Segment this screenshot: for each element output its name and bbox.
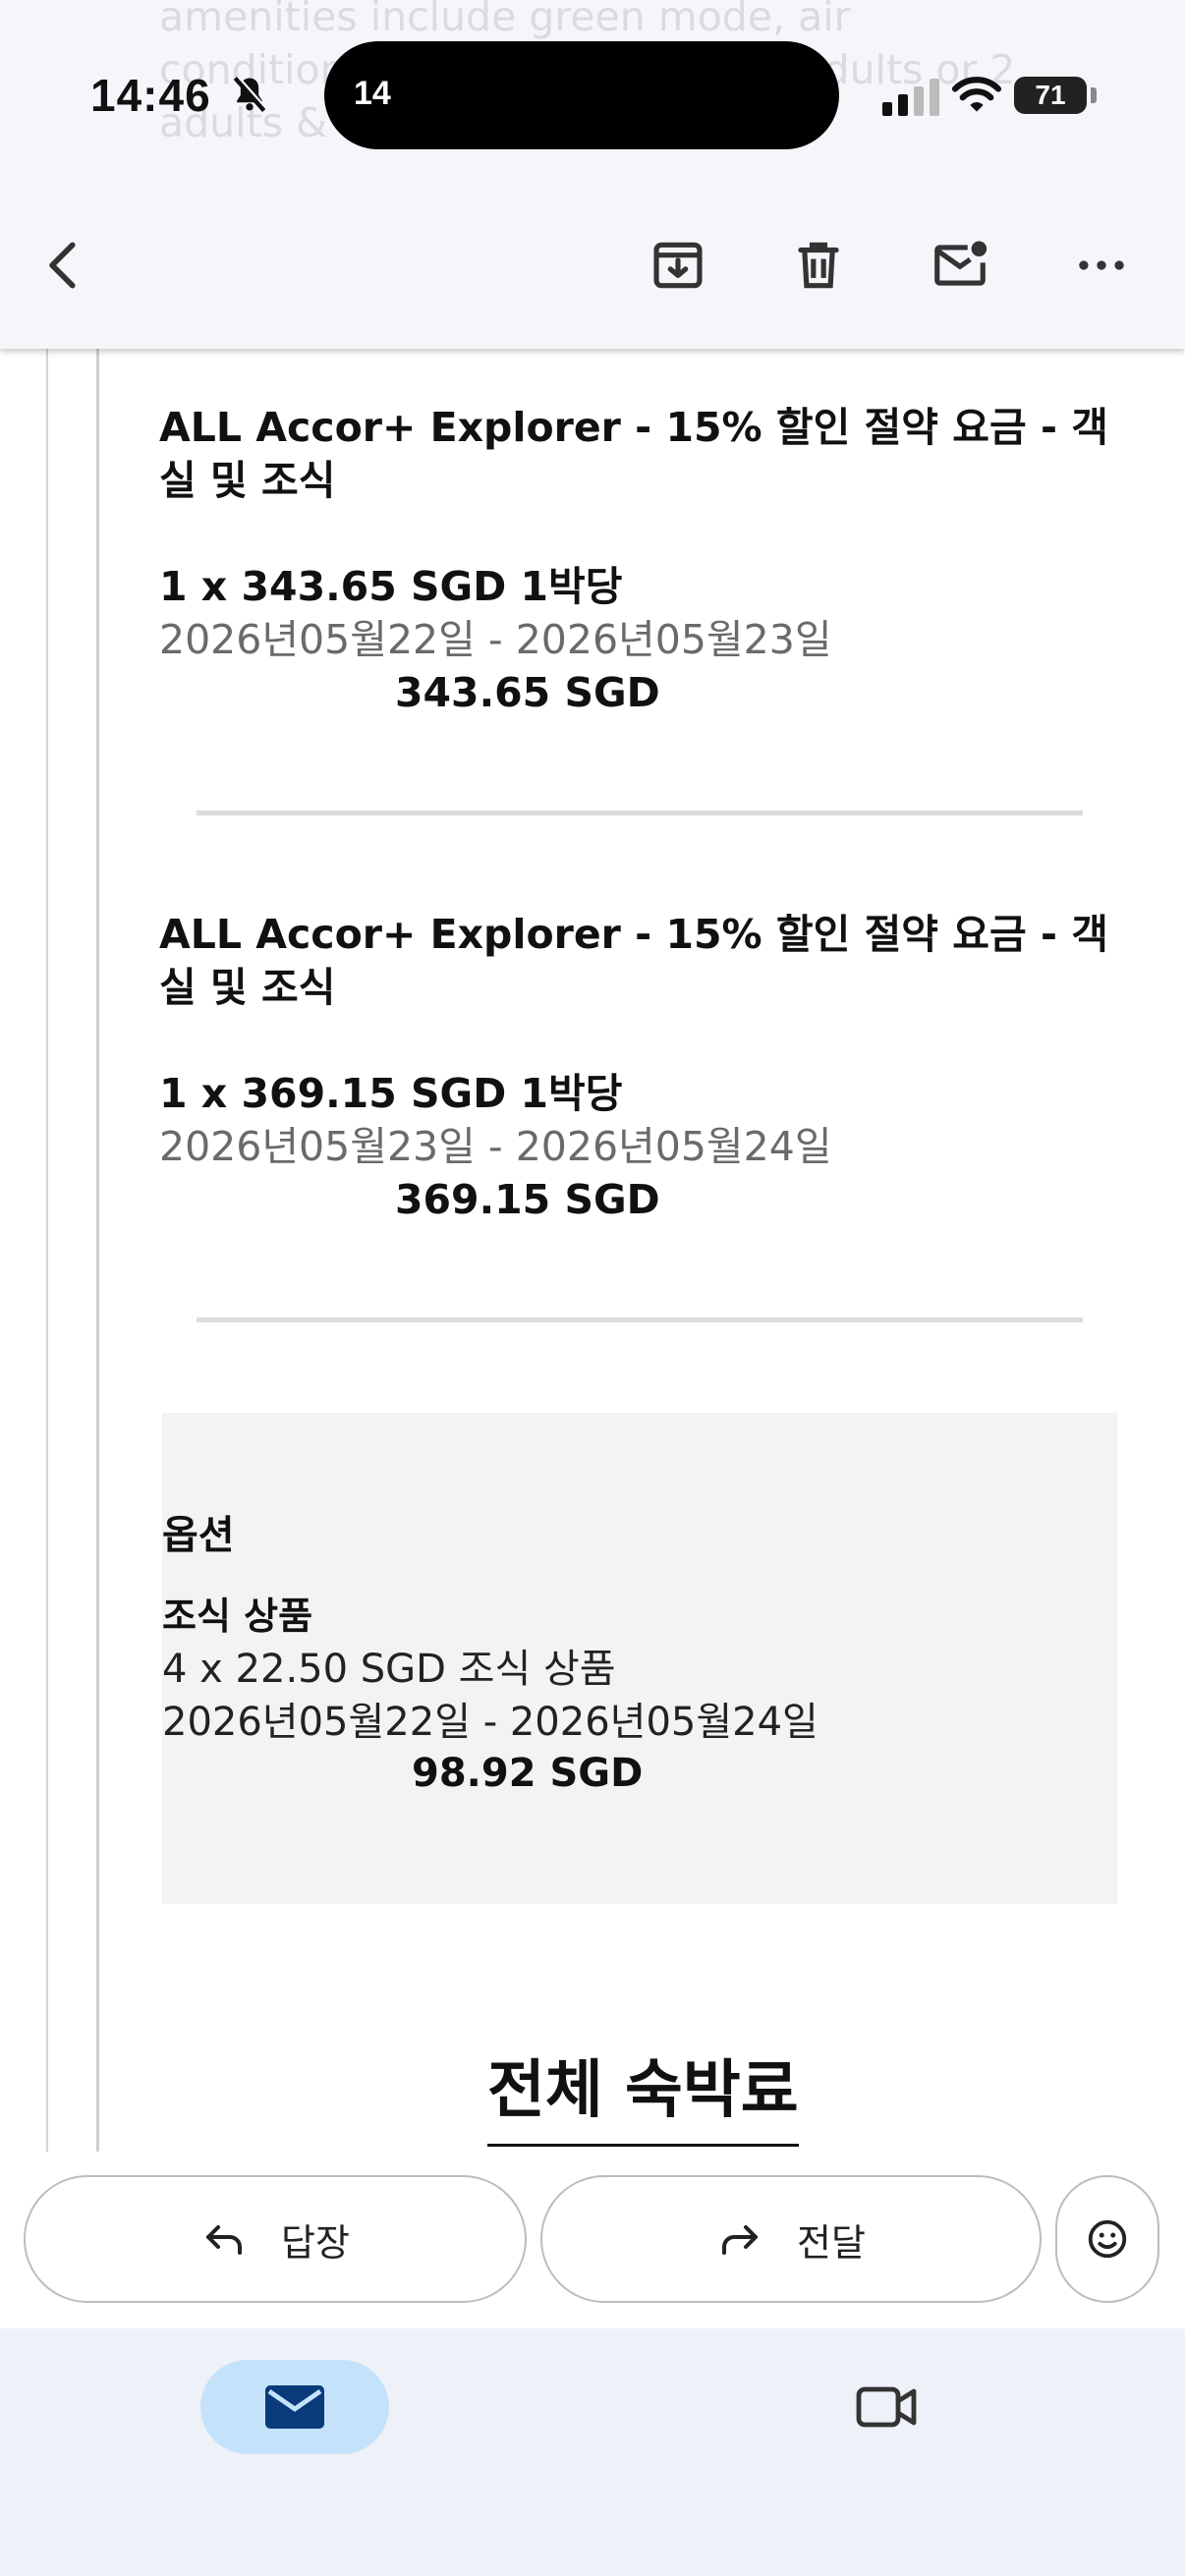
back-icon[interactable]	[16, 216, 114, 314]
reply-button[interactable]: 답장	[24, 2175, 527, 2303]
email-toolbar	[0, 216, 1185, 314]
app-header: amenities include green mode, air condit…	[0, 0, 1185, 349]
booking-line-2: ALL Accor+ Explorer - 15% 할인 절약 요금 - 객실 …	[159, 908, 1122, 1226]
qty-line: 1 x 343.65 SGD 1박당	[159, 563, 623, 610]
smiley-icon	[1088, 2219, 1127, 2259]
reply-label: 답장	[281, 2220, 350, 2265]
status-bar: 14:46 14 71	[0, 0, 1185, 196]
rate-name: ALL Accor+ Explorer - 15% 할인 절약 요금 - 객실 …	[159, 404, 1109, 504]
options-box: 옵션 조식 상품 4 x 22.50 SGD 조식 상품 2026년05월22일…	[162, 1413, 1117, 1904]
quote-border-outer	[46, 349, 48, 2152]
total-stay-title: 전체 숙박료	[487, 2040, 799, 2147]
stay-dates: 2026년05월22일 - 2026년05월23일	[159, 616, 832, 663]
rate-name: ALL Accor+ Explorer - 15% 할인 절약 요금 - 객실 …	[159, 911, 1109, 1011]
divider	[197, 1317, 1083, 1322]
booking-line-1: ALL Accor+ Explorer - 15% 할인 절약 요금 - 객실 …	[159, 401, 1122, 719]
island-label: 14	[354, 75, 391, 112]
nav-mail-tab[interactable]	[200, 2360, 389, 2454]
video-icon	[856, 2386, 917, 2428]
bottom-nav	[0, 2328, 1185, 2576]
reply-icon	[206, 2225, 243, 2255]
signal-icon	[882, 79, 939, 116]
emoji-button[interactable]	[1055, 2175, 1159, 2303]
trash-icon[interactable]	[769, 216, 868, 314]
more-icon[interactable]	[1052, 216, 1151, 314]
silent-bell-icon	[233, 75, 268, 112]
mail-icon	[265, 2385, 324, 2429]
options-heading: 옵션	[162, 1513, 235, 1558]
archive-icon[interactable]	[629, 216, 727, 314]
mark-unread-icon[interactable]	[911, 216, 1009, 314]
divider	[197, 811, 1083, 815]
option-desc: 4 x 22.50 SGD 조식 상품	[162, 1647, 616, 1692]
wifi-icon	[951, 77, 1002, 112]
stay-dates: 2026년05월23일 - 2026년05월24일	[159, 1123, 832, 1170]
reply-bar: 답장 전달	[0, 2152, 1185, 2328]
battery-cap	[1091, 87, 1097, 103]
dynamic-island: 14	[324, 41, 839, 149]
nav-video-tab[interactable]	[847, 2368, 926, 2446]
line-total: 343.65 SGD	[395, 669, 660, 716]
option-name: 조식 상품	[162, 1595, 313, 1638]
option-dates: 2026년05월22일 - 2026년05월24일	[162, 1700, 818, 1745]
line-total: 369.15 SGD	[395, 1176, 660, 1223]
quote-border-inner	[96, 349, 99, 2152]
forward-icon	[722, 2225, 759, 2255]
forward-label: 전달	[797, 2220, 866, 2265]
forward-button[interactable]: 전달	[540, 2175, 1042, 2303]
qty-line: 1 x 369.15 SGD 1박당	[159, 1070, 623, 1117]
status-time: 14:46	[90, 70, 211, 121]
battery-icon: 71	[1014, 77, 1087, 114]
option-total: 98.92 SGD	[412, 1751, 644, 1796]
